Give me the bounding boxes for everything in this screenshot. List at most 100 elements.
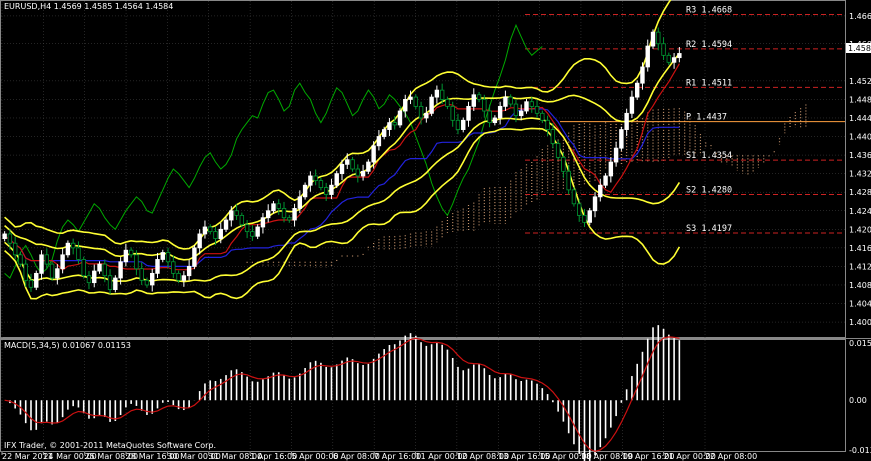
x-tick-label: 6 Apr 08:00 [333, 452, 380, 461]
candle-body [186, 266, 192, 277]
candle-body [292, 208, 297, 221]
candle-body [418, 105, 424, 119]
candle-body [271, 203, 276, 212]
candle-body [403, 99, 408, 112]
bollinger-upper-line [4, 52, 681, 261]
candle-body [255, 226, 260, 237]
candle-body [60, 254, 65, 270]
candle-body [202, 226, 208, 235]
candle-body [223, 219, 229, 230]
candle-body [281, 208, 287, 219]
candle-body [150, 272, 155, 286]
candle-body [355, 168, 361, 177]
candle-body [445, 99, 450, 107]
candle-body [339, 163, 345, 175]
candle-body [587, 210, 592, 223]
y-tick-label: 1.4485 [849, 95, 871, 104]
y-tick-label: 1.4365 [849, 151, 871, 160]
candle-body [566, 170, 571, 191]
candle-body [234, 210, 239, 216]
candle-body [118, 261, 123, 279]
candle-body [213, 231, 218, 239]
candle-body [429, 96, 434, 114]
current-price-tag: 1.4584 [848, 44, 871, 53]
pivot-label: R3 1.4668 [686, 6, 732, 16]
candle-body [476, 94, 482, 100]
candle-body [92, 270, 97, 284]
candle-body [603, 175, 608, 186]
candle-body [134, 254, 139, 270]
candle-body [487, 110, 492, 124]
candle-body [387, 122, 392, 130]
candle-body [244, 224, 250, 233]
candle-body [529, 101, 534, 107]
candle-body [392, 122, 397, 126]
candle-body [2, 233, 7, 239]
candle-body [313, 175, 318, 181]
x-tick-label: 22 Apr 08:00 [705, 452, 757, 461]
candle-body [366, 161, 371, 172]
candle-body [250, 231, 255, 237]
candle-body [677, 53, 682, 59]
candle-body [49, 263, 55, 279]
candle-body [540, 112, 545, 121]
candle-body [28, 279, 34, 288]
candle-body [408, 96, 413, 100]
candle-body [102, 263, 107, 277]
y-tick-label: 1.4665 [849, 12, 871, 21]
macd-y-tick-label: -0.01337 [849, 446, 871, 455]
candle-body [413, 96, 418, 107]
candle-body [107, 275, 113, 291]
candle-body [350, 159, 355, 170]
candle-body [661, 43, 666, 56]
candle-body [44, 254, 50, 265]
candle-body [144, 279, 150, 286]
pivot-label: P 1.4437 [686, 113, 727, 123]
candle-body [360, 170, 366, 177]
candle-body [619, 129, 624, 149]
candle-body [571, 189, 577, 205]
price-axis: 1.46651.46051.45251.44851.44451.44051.43… [849, 12, 871, 327]
candle-body [545, 119, 550, 130]
candle-body [624, 112, 629, 130]
candle-body [208, 226, 213, 233]
candle-body [123, 249, 129, 263]
candle-body [424, 112, 429, 119]
candle-body [650, 31, 656, 47]
trading-chart[interactable]: R3 1.4668 R2 1.4594 R1 1.4511 P 1.4437 S1 1.… [0, 0, 871, 461]
candle-body [181, 275, 187, 281]
candle-body [434, 89, 440, 98]
chart-title: EURUSD,H4 1.4569 1.4585 1.4564 1.4584 [4, 2, 173, 11]
candle-body [329, 184, 334, 195]
candle-body [323, 187, 329, 195]
candle-body [113, 277, 118, 291]
candle-body [613, 147, 619, 163]
candle-body [7, 233, 13, 244]
candle-body [302, 184, 308, 198]
copyright-text: IFX Trader, © 2001-2011 MetaQuotes Softw… [4, 441, 216, 450]
candle-body [608, 161, 614, 177]
candle-body [345, 159, 350, 165]
candle-body [492, 117, 498, 124]
candle-body [376, 136, 382, 147]
y-tick-label: 1.4205 [849, 225, 871, 234]
candle-body [297, 196, 303, 209]
candle-body [171, 261, 176, 274]
candle-body [450, 105, 455, 121]
y-tick-label: 1.4045 [849, 300, 871, 309]
candle-body [671, 57, 677, 63]
candle-body [471, 94, 476, 107]
candle-body [455, 119, 461, 130]
candle-body [197, 233, 202, 249]
chikou-span-line [4, 23, 543, 279]
indicator-lines [4, 0, 681, 300]
macd-label: MACD(5,34,5) 0.01067 0.01153 [4, 341, 131, 350]
candle-body [513, 103, 519, 117]
candle-body [577, 203, 582, 216]
pivot-label: R2 1.4594 [686, 40, 732, 50]
candle-body [76, 247, 81, 260]
candle-body [519, 110, 524, 117]
main-chart-frame [0, 0, 846, 338]
candle-body [461, 119, 466, 130]
candle-body [218, 228, 223, 239]
